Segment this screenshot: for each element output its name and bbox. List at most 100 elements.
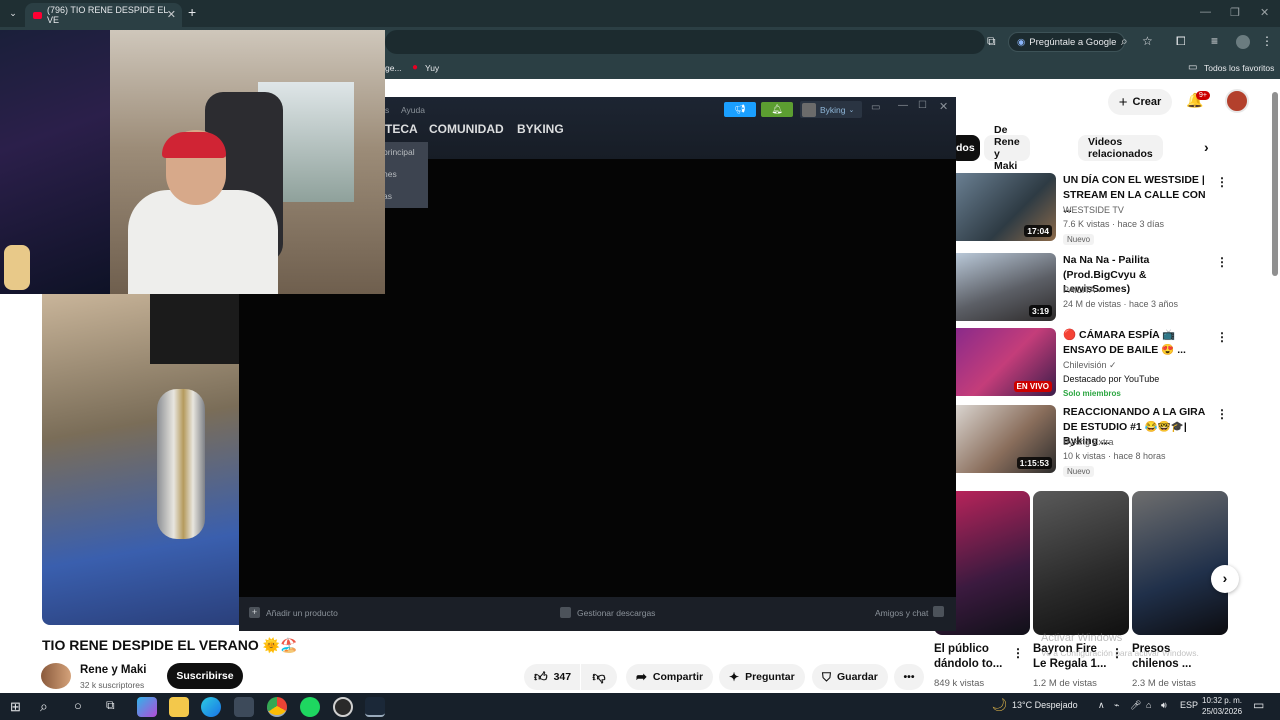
bookmark-item[interactable]: ge... <box>385 63 402 73</box>
more-options-icon[interactable]: ⋮ <box>1216 175 1228 189</box>
video-thumbnail[interactable]: EN VIVO <box>956 328 1056 396</box>
volume-icon[interactable]: 🔊︎ <box>1161 700 1167 711</box>
windows-start-icon[interactable]: ⊞ <box>10 699 21 715</box>
account-avatar[interactable] <box>1225 89 1249 113</box>
browser-tab-active[interactable]: (796) TIO RENE DESPIDE EL VE ✕ <box>25 3 182 27</box>
steam-account-menu[interactable]: Byking ⌄ <box>800 101 862 118</box>
tray-chevron-icon[interactable]: ∧ <box>1098 700 1105 711</box>
cortana-icon[interactable]: ○ <box>74 698 82 713</box>
recommendation-meta: 24 M de vistas · hace 3 años <box>1063 299 1179 309</box>
chip-related[interactable]: Videos relacionados <box>1078 135 1163 161</box>
ask-button[interactable]: ✦ Preguntar <box>719 664 805 690</box>
more-options-icon[interactable]: ⋮ <box>1012 646 1024 660</box>
shorts-next-chevron-icon[interactable]: › <box>1211 565 1239 593</box>
like-button[interactable]: 👍︎ 347 <box>524 664 580 690</box>
steam-nav-community[interactable]: COMUNIDAD <box>429 122 504 136</box>
video-thumbnail[interactable]: 17:04 <box>956 173 1056 241</box>
tab-search-button[interactable]: ⌄ <box>5 5 21 21</box>
steam-bottom-bar: + Añadir un producto Gestionar descargas… <box>239 597 956 631</box>
bookmark-item-yuy[interactable]: Yuy <box>425 63 439 73</box>
cast-icon[interactable]: ⧉ <box>987 34 996 49</box>
chip-from-channel[interactable]: De Rene y Maki <box>984 124 1030 172</box>
steam-minimize-button[interactable]: — <box>898 100 908 111</box>
edge-icon[interactable] <box>201 697 221 717</box>
steam-close-button[interactable]: ✕ <box>939 100 948 113</box>
chips-next-chevron-icon[interactable]: › <box>1204 139 1209 155</box>
save-button[interactable]: ⛉ Guardar <box>812 664 888 690</box>
address-bar[interactable] <box>385 30 985 54</box>
recommendation-item[interactable]: 1:15:53 REACCIONANDO A LA GIRA DE ESTUDI… <box>956 405 1246 477</box>
short-thumbnail[interactable] <box>1132 491 1228 635</box>
more-options-icon[interactable]: ⋮ <box>1216 255 1228 269</box>
clock-date[interactable]: 25/03/2026 <box>1202 707 1242 716</box>
steam-maximize-button[interactable]: ☐ <box>918 100 927 111</box>
recommendation-channel[interactable]: Chilevisión ✓ <box>1063 360 1117 371</box>
recommendation-title[interactable]: 🔴 CÁMARA ESPÍA 📺 ENSAYO DE BAILE 😍 ... <box>1063 328 1213 357</box>
share-button[interactable]: ➦ Compartir <box>626 664 714 690</box>
notification-center-icon[interactable]: ▭ <box>1253 698 1264 712</box>
recommendation-channel[interactable]: Byking Extra <box>1063 437 1114 447</box>
steam-announcements-icon[interactable]: 📢︎ <box>724 102 756 117</box>
steam-menu-fragment[interactable]: s <box>385 105 389 115</box>
add-product-button[interactable]: Añadir un producto <box>266 608 338 618</box>
bookmark-star-icon[interactable]: ☆ <box>1142 34 1153 48</box>
all-favorites-link[interactable]: Todos los favoritos <box>1204 63 1274 73</box>
more-options-icon[interactable]: ⋮ <box>1216 407 1228 421</box>
video-player[interactable] <box>42 294 239 625</box>
clock-time[interactable]: 10:32 p. m. <box>1202 696 1242 705</box>
chrome-taskbar-icon[interactable] <box>267 697 287 717</box>
manage-downloads-button[interactable]: Gestionar descargas <box>577 608 655 618</box>
recommendation-channel[interactable]: WESTSIDE TV <box>1063 205 1124 215</box>
keyboard-language[interactable]: ESP <box>1180 700 1198 710</box>
profile-avatar[interactable] <box>1236 35 1250 49</box>
close-window-button[interactable]: ✕ <box>1260 6 1269 19</box>
channel-name[interactable]: Rene y Maki <box>80 664 146 676</box>
more-actions-button[interactable]: ••• <box>894 664 924 690</box>
friends-chat-icon <box>933 606 944 617</box>
usb-icon[interactable]: ⌁ <box>1114 700 1119 711</box>
weather-status[interactable]: 13°C Despejado <box>1012 700 1078 710</box>
steam-dropdown-item[interactable]: nes <box>383 169 397 179</box>
task-view-icon[interactable]: ⧉ <box>106 698 115 713</box>
steam-notifications-bell-icon[interactable]: 🔔︎ <box>761 102 793 117</box>
file-explorer-icon[interactable] <box>169 697 189 717</box>
steam-nav-library[interactable]: TECA <box>385 122 418 136</box>
windows-activation-watermark: Activar Windows <box>1041 632 1123 644</box>
steam-nav-profile[interactable]: BYKING <box>517 122 564 136</box>
short-title[interactable]: El público dándolo to... <box>934 642 1014 672</box>
new-tab-button[interactable]: + <box>188 4 196 20</box>
chrome-menu-icon[interactable]: ⋮ <box>1261 34 1273 48</box>
create-button[interactable]: + Crear <box>1108 89 1172 115</box>
spotify-icon[interactable] <box>300 697 320 717</box>
short-thumbnail[interactable] <box>1033 491 1129 635</box>
extensions-icon[interactable]: ⧠ <box>1176 34 1186 49</box>
zoom-icon[interactable]: ⌕ <box>1121 34 1128 49</box>
search-icon[interactable]: ⌕ <box>40 698 48 715</box>
subscribe-button[interactable]: Suscribirse <box>167 663 243 689</box>
recommendation-item[interactable]: 17:04 UN DÍA CON EL WESTSIDE | STREAM EN… <box>956 173 1246 245</box>
restore-window-button[interactable]: ❐ <box>1230 6 1240 19</box>
ask-google-button[interactable]: ◉ Pregúntale a Google <box>1008 32 1126 52</box>
close-tab-icon[interactable]: ✕ <box>167 8 176 21</box>
store-icon[interactable] <box>234 697 254 717</box>
minimize-window-button[interactable]: — <box>1200 6 1211 18</box>
video-thumbnail[interactable]: 1:15:53 <box>956 405 1056 473</box>
recommendation-item[interactable]: 3:19 Na Na Na - Pailita (Prod.BigCvyu & … <box>956 253 1246 325</box>
recommendation-channel[interactable]: PAILITA ✓ <box>1063 285 1105 296</box>
microphone-icon[interactable]: 🎤︎ <box>1130 700 1141 711</box>
steam-big-picture-icon[interactable]: ▭ <box>871 102 880 113</box>
dislike-button[interactable]: 👎︎ <box>581 664 617 690</box>
steam-taskbar-icon[interactable] <box>365 697 385 717</box>
copilot-icon[interactable] <box>137 697 157 717</box>
network-icon[interactable]: ⌂ <box>1146 700 1151 710</box>
media-controls-icon[interactable]: ≡ <box>1211 34 1218 48</box>
obs-icon[interactable] <box>333 697 353 717</box>
channel-avatar[interactable] <box>41 663 71 689</box>
video-thumbnail[interactable]: 3:19 <box>956 253 1056 321</box>
recommendation-item[interactable]: EN VIVO 🔴 CÁMARA ESPÍA 📺 ENSAYO DE BAILE… <box>956 328 1246 400</box>
steam-menu-help[interactable]: Ayuda <box>401 105 425 115</box>
steam-dropdown-item[interactable]: principal <box>383 147 415 157</box>
more-options-icon[interactable]: ⋮ <box>1216 330 1228 344</box>
friends-chat-button[interactable]: Amigos y chat <box>875 608 928 618</box>
page-scrollbar-thumb[interactable] <box>1272 92 1278 276</box>
